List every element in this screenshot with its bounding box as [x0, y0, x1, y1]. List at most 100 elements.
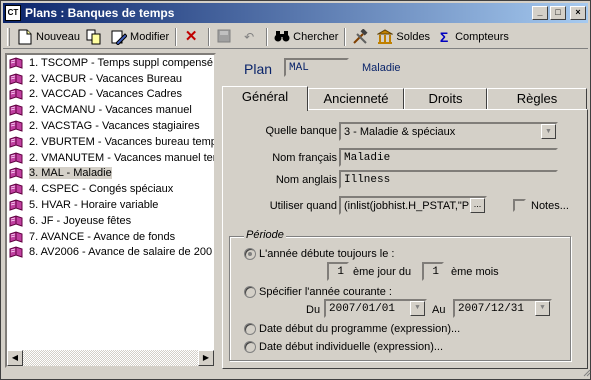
au-label: Au [432, 304, 446, 316]
utiliser-quand-field[interactable]: (inlist(jobhist.H_PSTAT,"P ... [339, 196, 487, 215]
list-item[interactable]: 4. CSPEC - Congés spéciaux [7, 181, 214, 197]
maximize-button[interactable]: □ [550, 6, 566, 20]
undo-button[interactable]: ↶ [238, 27, 263, 47]
book-icon [9, 215, 23, 227]
list-item-label: 6. JF - Joyeuse fêtes [29, 214, 132, 227]
nom-francais-field[interactable]: Maladie [339, 148, 558, 167]
ellipsis-button[interactable]: ... [470, 198, 485, 213]
list-item[interactable]: 1. TSCOMP - Temps suppl compensé [7, 55, 214, 71]
delete-button[interactable]: ✕ [180, 27, 205, 47]
save-button[interactable] [213, 27, 238, 47]
list-item[interactable]: 2. VBURTEM - Vacances bureau temp [7, 134, 214, 150]
title-bar[interactable]: CT Plans : Banques de temps _ □ × [3, 3, 588, 23]
list-item[interactable]: 2. VACMANU - Vacances manuel [7, 102, 214, 118]
toolbar-grip[interactable] [7, 27, 10, 46]
list-item-label: 2. VMANUTEM - Vacances manuel ten [29, 151, 216, 164]
mois-suffix: ème mois [451, 266, 499, 278]
toolbar-separator [208, 27, 211, 46]
du-date-select[interactable]: 2007/01/01 ▼ [324, 299, 427, 318]
list-item-label: 2. VBURTEM - Vacances bureau temp [29, 135, 216, 148]
book-icon [9, 246, 23, 259]
list-item[interactable]: 7. AVANCE - Avance de fonds [7, 229, 214, 245]
undo-icon: ↶ [244, 29, 255, 44]
option-date-programme-radio[interactable] [244, 323, 256, 335]
tools-button[interactable] [349, 27, 374, 47]
close-button[interactable]: × [570, 6, 586, 20]
option-date-individuelle-label[interactable]: Date début individuelle (expression)... [259, 341, 443, 353]
tab-bar: Général Ancienneté Droits Règles [222, 86, 588, 111]
au-date-select[interactable]: 2007/12/31 ▼ [453, 299, 552, 318]
scroll-left-icon[interactable]: ◀ [7, 350, 23, 366]
nom-francais-label: Nom français [272, 152, 337, 164]
option-annee-courante-radio[interactable] [244, 286, 256, 298]
option-annee-debute-label[interactable]: L'année débute toujours le : [259, 248, 394, 260]
tools-hammer-icon [352, 27, 368, 45]
list-item[interactable]: 2. VACSTAG - Vacances stagiaires [7, 118, 214, 134]
list-item-label: 5. HVAR - Horaire variable [29, 199, 159, 212]
compteurs-button[interactable]: Σ Compteurs [433, 27, 512, 47]
list-item-label: 1. TSCOMP - Temps suppl compensé [29, 56, 214, 69]
copy-button[interactable] [83, 27, 108, 47]
nom-anglais-field[interactable]: Illness [339, 170, 558, 189]
chevron-down-icon[interactable]: ▼ [541, 124, 556, 139]
tab-general[interactable]: Général [222, 86, 308, 111]
list-item[interactable]: 2. VACCAD - Vacances Cadres [7, 87, 214, 103]
modifier-button[interactable]: Modifier [108, 27, 172, 47]
option-date-individuelle-radio[interactable] [244, 341, 256, 353]
modifier-label: Modifier [130, 30, 170, 43]
utiliser-quand-label: Utiliser quand [269, 200, 337, 212]
list-item-label: 3. MAL - Maladie [29, 167, 112, 180]
book-icon [9, 183, 23, 195]
periode-title: Période [244, 229, 286, 241]
list-item[interactable]: 8. AV2006 - Avance de salaire de 200 [7, 245, 214, 261]
chercher-label: Chercher [293, 30, 339, 43]
binoculars-icon [274, 29, 290, 45]
option-annee-debute-radio[interactable] [244, 248, 256, 260]
book-icon [9, 231, 23, 243]
book-icon [9, 167, 23, 180]
resize-grip-icon[interactable] [581, 367, 591, 379]
quelle-banque-value: 3 - Maladie & spéciaux [344, 126, 456, 138]
plan-code-field[interactable]: MAL [284, 58, 349, 77]
soldes-button[interactable]: Soldes [374, 27, 433, 47]
horizontal-scrollbar[interactable]: ◀ ▶ [7, 350, 214, 366]
toolbar: Nouveau Modifier ✕ ↶ Chercher Soldes Σ C… [3, 25, 588, 49]
chevron-down-icon[interactable]: ▼ [410, 301, 425, 316]
plan-name: Maladie [362, 62, 401, 74]
jour-suffix: ème jour du [353, 266, 412, 278]
minimize-button[interactable]: _ [532, 6, 548, 20]
book-icon [9, 73, 23, 85]
du-label: Du [306, 304, 321, 316]
list-item[interactable]: 2. VMANUTEM - Vacances manuel ten [7, 150, 214, 166]
book-icon [9, 136, 23, 148]
tab-anciennete[interactable]: Ancienneté [308, 88, 404, 110]
notes-label[interactable]: Notes... [531, 200, 569, 212]
nouveau-label: Nouveau [36, 30, 81, 43]
jour-field[interactable]: 1 [327, 262, 349, 281]
toolbar-separator [266, 27, 269, 46]
tab-regles[interactable]: Règles [487, 88, 587, 110]
chevron-down-icon[interactable]: ▼ [535, 301, 550, 316]
list-item[interactable]: 3. MAL - Maladie [7, 166, 214, 182]
quelle-banque-label: Quelle banque [265, 125, 337, 137]
option-annee-courante-label[interactable]: Spécifier l'année courante : [259, 286, 392, 298]
list-item[interactable]: 6. JF - Joyeuse fêtes [7, 213, 214, 229]
nouveau-button[interactable]: Nouveau [14, 27, 83, 47]
main-window: CT Plans : Banques de temps _ □ × Nouvea… [0, 0, 591, 380]
chercher-button[interactable]: Chercher [271, 27, 341, 47]
list-item-label: 2. VACMANU - Vacances manuel [29, 104, 192, 117]
quelle-banque-select[interactable]: 3 - Maladie & spéciaux ▼ [339, 122, 558, 141]
option-date-programme-label[interactable]: Date début du programme (expression)... [259, 323, 460, 335]
list-item[interactable]: 5. HVAR - Horaire variable [7, 197, 214, 213]
save-disk-icon [216, 29, 232, 45]
scroll-right-icon[interactable]: ▶ [198, 350, 214, 366]
book-icon [9, 152, 23, 164]
plans-list-rows: 1. TSCOMP - Temps suppl compensé 2. VACBU… [7, 55, 214, 260]
tab-droits[interactable]: Droits [404, 88, 487, 110]
list-item[interactable]: 2. VACBUR - Vacances Bureau [7, 71, 214, 87]
notes-checkbox[interactable] [513, 199, 526, 212]
list-item-label: 4. CSPEC - Congés spéciaux [29, 183, 174, 196]
mois-field[interactable]: 1 [422, 262, 444, 281]
scroll-track[interactable] [23, 350, 198, 366]
plans-list[interactable]: 1. TSCOMP - Temps suppl compensé 2. VACBU… [5, 53, 216, 368]
